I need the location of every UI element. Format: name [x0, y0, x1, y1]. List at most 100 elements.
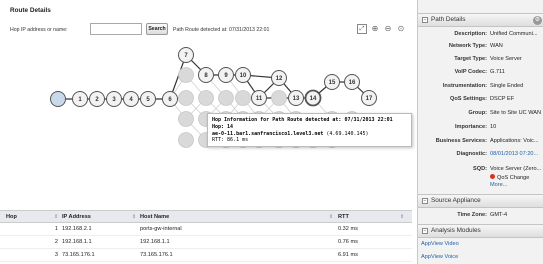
hop-node-label: 14 — [310, 96, 317, 102]
column-header-rtt[interactable]: RTT — [338, 214, 349, 220]
detail-value: Single Ended — [490, 83, 524, 89]
hop-info-tooltip: Hop Information for Path Route detected … — [207, 113, 412, 147]
cell-hop: 2 — [54, 239, 58, 245]
detail-target-type: Target Type: Voice Server — [418, 56, 543, 68]
details-sidebar: − Path Details ⚙ Description: Unified Comm… — [417, 0, 543, 264]
source-appliance-header[interactable]: − Source Appliance — [418, 194, 543, 208]
cell-hop: 1 — [54, 226, 58, 232]
detail-value: G.711 — [490, 69, 505, 75]
table-row[interactable]: 1 192.168.2.1 ports-gw-internal 0.32 ms — [0, 223, 412, 236]
hop-node-label: 11 — [256, 96, 263, 102]
hop-node-label: 13 — [293, 96, 300, 102]
source-node[interactable] — [50, 91, 66, 107]
detail-value: Applications: Voic... — [490, 138, 539, 144]
appview-video-link[interactable]: AppView Video — [421, 241, 459, 247]
collapse-icon[interactable]: − — [422, 17, 428, 23]
search-button[interactable]: Search — [146, 23, 168, 35]
column-header-ip[interactable]: IP Address — [62, 214, 91, 220]
appview-voice-link[interactable]: AppView Voice — [421, 254, 458, 260]
detail-label: Description: — [454, 31, 487, 37]
more-link[interactable]: More... — [490, 182, 507, 188]
cell-rtt: 0.32 ms — [338, 226, 358, 232]
path-details-title: Path Details — [431, 16, 466, 23]
cell-ip: 192.168.2.1 — [62, 226, 92, 232]
cell-host: ports-gw-internal — [140, 226, 182, 232]
diagnostic-link[interactable]: 08/01/2013 07:20... — [490, 151, 538, 157]
cell-rtt: 0.76 ms — [338, 239, 358, 245]
detail-label: Target Type: — [454, 56, 487, 62]
detail-value: Unified Communi... — [490, 31, 538, 37]
hop-node-label: 16 — [349, 80, 356, 86]
detail-value: Voice Server (Zero... — [490, 166, 542, 172]
inactive-hop-node — [271, 90, 287, 106]
collapse-icon[interactable]: − — [422, 228, 428, 234]
zoom-in-icon[interactable]: ⊕ — [370, 24, 380, 34]
table-row[interactable]: 3 73.165.176.1 73.165.176.1 6.91 ms — [0, 249, 412, 262]
sort-icon[interactable]: ⇕ — [400, 214, 404, 220]
sort-icon[interactable]: ⇕ — [132, 214, 136, 220]
tooltip-hop: Hop: 14 — [212, 123, 234, 130]
detail-voip-codec: VoIP Codec: G.711 — [418, 69, 543, 81]
detail-business-services: Business Services: Applications: Voic... — [418, 138, 543, 150]
analysis-modules-title: Analysis Modules — [431, 227, 481, 234]
cell-hop: 3 — [54, 252, 58, 258]
qos-change-label: QoS Change — [497, 175, 530, 181]
detail-value: DSCP EF — [490, 96, 515, 102]
sort-icon[interactable]: ⇕ — [329, 214, 333, 220]
gear-icon[interactable]: ⚙ — [533, 16, 542, 25]
detail-importance: Importance: 10 — [418, 124, 543, 136]
detected-timestamp: Path Route detected at: 07/31/2013 22:01 — [173, 27, 270, 33]
detail-label: Instrumentation: — [442, 83, 487, 89]
more-link-wrap: More... — [490, 182, 507, 188]
inactive-hop-node — [178, 90, 194, 106]
detail-label: QoS Settings: — [450, 96, 487, 102]
hop-node-label: 12 — [276, 76, 283, 82]
detail-value: Voice Server — [490, 56, 522, 62]
cell-ip: 73.165.176.1 — [62, 252, 95, 258]
inactive-hop-node — [178, 111, 194, 127]
detail-label: VoIP Codec: — [454, 69, 487, 75]
detail-instrumentation: Instrumentation: Single Ended — [418, 83, 543, 95]
detail-group: Group: Site to Site UC WAN — [418, 110, 543, 122]
detail-value: Site to Site UC WAN — [490, 110, 542, 116]
table-row[interactable]: 2 192.168.1.1 192.168.1.1 0.76 ms — [0, 236, 412, 249]
detail-label: Network Type: — [448, 43, 487, 49]
tooltip-host-ip: (4.69.140.145) — [326, 130, 369, 137]
fit-to-view-icon[interactable]: ⤢ — [357, 24, 367, 34]
inactive-hop-node — [178, 67, 194, 83]
analysis-modules-header[interactable]: − Analysis Modules — [418, 224, 543, 238]
path-details-header[interactable]: − Path Details ⚙ — [418, 13, 543, 27]
cell-rtt: 6.91 ms — [338, 252, 358, 258]
inactive-hop-node — [178, 132, 194, 148]
inactive-hop-node — [218, 90, 234, 106]
hop-search-label: Hop IP address or name: — [10, 27, 68, 33]
page-title: Route Details — [10, 7, 51, 14]
cell-host: 192.168.1.1 — [140, 239, 170, 245]
column-header-hop[interactable]: Hop — [6, 214, 17, 220]
hop-node-label: 10 — [240, 73, 247, 79]
column-header-host[interactable]: Host Name — [140, 214, 169, 220]
hop-node-label: 15 — [329, 80, 336, 86]
detail-label: SQD: — [473, 166, 487, 172]
detail-value: GMT-4 — [490, 212, 508, 218]
tooltip-host: ae-0-11.bar1.sanfrancisco1.level3.net — [212, 130, 324, 137]
hop-node-label: 17 — [366, 96, 373, 102]
inactive-hop-node — [235, 90, 251, 106]
detail-description: Description: Unified Communi... — [418, 31, 543, 43]
qos-change-alert: QoS Change — [490, 174, 529, 181]
zoom-out-icon[interactable]: ⊖ — [383, 24, 393, 34]
detail-label: Business Services: — [435, 138, 487, 144]
sort-icon[interactable]: ⇕ — [54, 214, 58, 220]
detail-label: Importance: — [454, 124, 487, 130]
hop-search-input[interactable] — [90, 23, 142, 35]
detail-value: WAN — [490, 43, 503, 49]
detail-time-zone: Time Zone: GMT-4 — [418, 212, 543, 224]
source-appliance-title: Source Appliance — [431, 197, 481, 204]
detail-value: 10 — [490, 124, 497, 130]
zoom-reset-icon[interactable]: ⊙ — [396, 24, 406, 34]
detail-label: Diagnostic: — [456, 151, 487, 157]
detail-label: Group: — [468, 110, 487, 116]
detail-qos-settings: QoS Settings: DSCP EF — [418, 96, 543, 108]
collapse-icon[interactable]: − — [422, 198, 428, 204]
inactive-hop-node — [198, 90, 214, 106]
